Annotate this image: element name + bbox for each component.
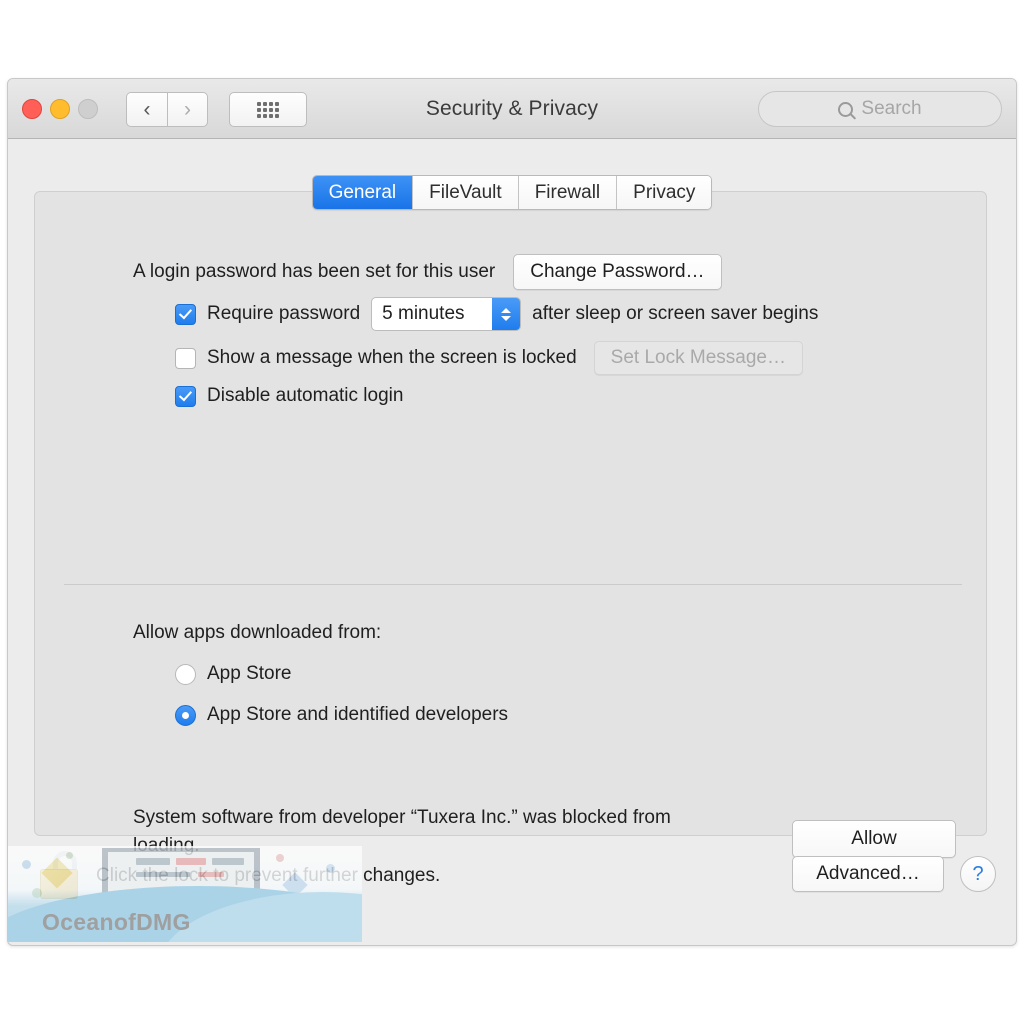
allow-apps-option-app-store[interactable]: App Store <box>175 663 292 685</box>
tab-bar: General FileVault Firewall Privacy <box>8 175 1016 210</box>
disable-automatic-login-label: Disable automatic login <box>207 385 404 406</box>
require-password-interval-select[interactable]: 5 minutes <box>371 297 522 331</box>
show-lock-message-row: Show a message when the screen is locked… <box>175 341 803 375</box>
show-lock-message-label: Show a message when the screen is locked <box>207 347 577 368</box>
app-store-radio-label: App Store <box>207 663 292 684</box>
require-password-label: Require password <box>207 303 361 324</box>
lock-message-label: Click the lock to prevent further change… <box>96 865 441 886</box>
require-password-interval-value: 5 minutes <box>382 303 465 324</box>
allow-apps-heading: Allow apps downloaded from: <box>133 622 382 643</box>
show-lock-message-checkbox[interactable] <box>175 347 196 369</box>
require-password-row: Require password 5 minutes after sleep o… <box>175 297 818 331</box>
tab-privacy[interactable]: Privacy <box>617 176 712 209</box>
disable-automatic-login-checkbox[interactable] <box>175 385 196 407</box>
disable-automatic-login-row: Disable automatic login <box>175 385 403 407</box>
section-divider <box>64 584 962 585</box>
set-lock-message-button: Set Lock Message… <box>593 341 803 375</box>
system-preferences-window: ‹ › Security & Privacy Search General Fi… <box>7 78 1017 946</box>
change-password-button[interactable]: Change Password… <box>513 254 722 290</box>
window-footer: Click the lock to prevent further change… <box>8 841 1016 945</box>
allow-apps-option-identified-developers[interactable]: App Store and identified developers <box>175 704 508 726</box>
tab-firewall-label: Firewall <box>534 181 601 203</box>
tab-firewall[interactable]: Firewall <box>518 176 618 209</box>
identified-developers-radio[interactable] <box>175 704 196 726</box>
login-password-label: A login password has been set for this u… <box>133 261 496 282</box>
question-mark-icon: ? <box>972 862 984 885</box>
set-lock-message-button-label: Set Lock Message… <box>610 347 786 368</box>
unlocked-padlock-icon[interactable] <box>38 851 82 899</box>
general-settings-panel: A login password has been set for this u… <box>34 191 987 858</box>
search-icon <box>838 101 854 117</box>
search-placeholder: Search <box>861 98 922 119</box>
identified-developers-radio-label: App Store and identified developers <box>207 704 509 725</box>
change-password-button-label: Change Password… <box>530 261 705 282</box>
tab-privacy-label: Privacy <box>633 181 696 203</box>
require-password-suffix-label: after sleep or screen saver begins <box>532 303 819 324</box>
require-password-checkbox[interactable] <box>175 303 196 325</box>
advanced-button-label: Advanced… <box>816 863 920 884</box>
help-button[interactable]: ? <box>960 856 996 892</box>
login-password-row: A login password has been set for this u… <box>133 254 722 290</box>
advanced-button[interactable]: Advanced… <box>792 856 944 892</box>
tab-general-label: General <box>328 181 397 203</box>
tab-filevault[interactable]: FileVault <box>413 176 519 209</box>
tab-filevault-label: FileVault <box>429 181 502 203</box>
tab-general[interactable]: General <box>312 176 414 209</box>
search-field[interactable]: Search <box>758 91 1002 127</box>
app-store-radio[interactable] <box>175 663 196 685</box>
allow-apps-heading-row: Allow apps downloaded from: <box>133 622 381 644</box>
window-titlebar: ‹ › Security & Privacy Search <box>8 79 1016 139</box>
stepper-chevrons-icon <box>492 298 521 330</box>
